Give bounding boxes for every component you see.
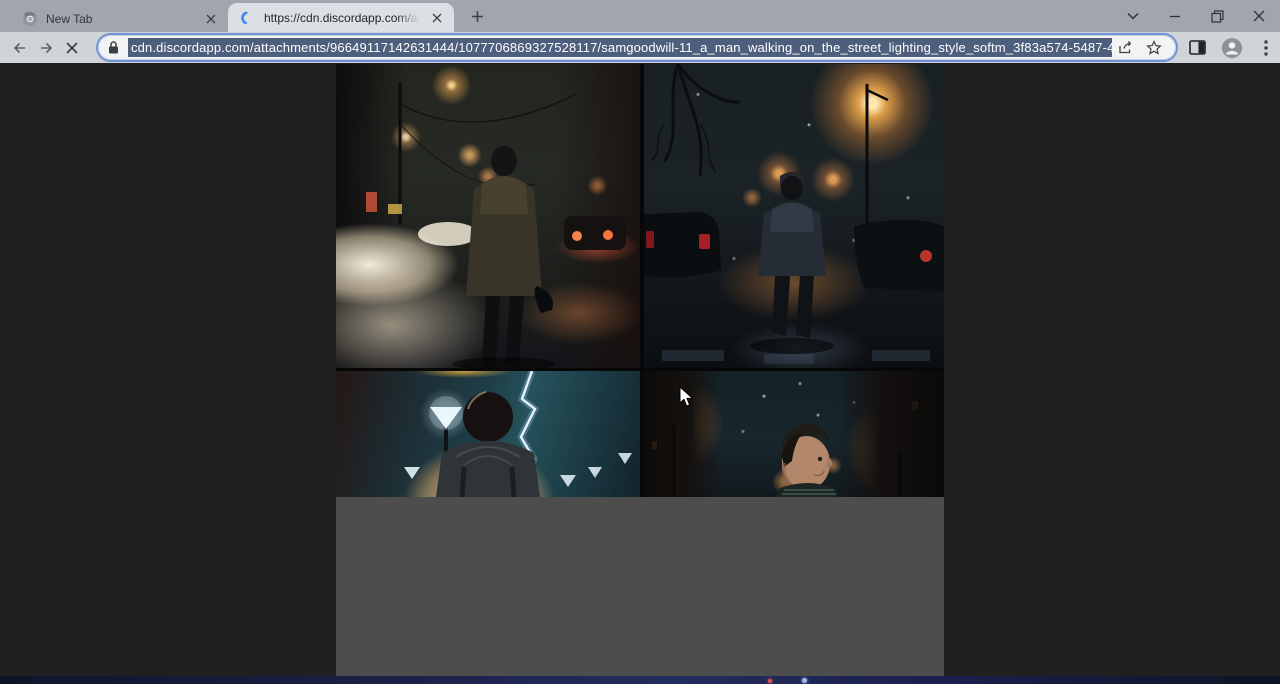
tab-close-icon[interactable]	[202, 10, 220, 28]
tab-title: https://cdn.discordapp.com/atta	[264, 11, 420, 25]
back-button[interactable]	[8, 34, 31, 62]
share-button[interactable]	[1112, 37, 1140, 59]
profile-avatar[interactable]	[1218, 34, 1246, 62]
forward-arrow-icon	[38, 40, 54, 56]
share-icon	[1118, 40, 1134, 55]
new-tab-button[interactable]	[464, 3, 490, 29]
address-bar[interactable]: cdn.discordapp.com/attachments/966491171…	[98, 35, 1176, 60]
toolbar: cdn.discordapp.com/attachments/966491171…	[0, 32, 1280, 63]
taskbar	[0, 676, 1280, 684]
tab-strip: New Tab https://cdn.discordapp.com/atta	[0, 0, 1280, 32]
side-panel-icon	[1189, 40, 1206, 55]
page-content	[0, 63, 1280, 676]
window-controls	[1112, 0, 1280, 32]
plus-icon	[471, 10, 484, 23]
minimize-button[interactable]	[1154, 0, 1196, 32]
back-arrow-icon	[12, 40, 28, 56]
image-quadrant-rainy-street	[336, 64, 640, 368]
taskbar-app-icon-dot	[802, 678, 807, 683]
forward-button[interactable]	[34, 34, 57, 62]
loading-spinner-icon	[240, 10, 256, 26]
lock-icon[interactable]	[108, 41, 128, 54]
browser-window: New Tab https://cdn.discordapp.com/atta	[0, 0, 1280, 684]
tab-close-icon[interactable]	[428, 9, 446, 27]
side-panel-button[interactable]	[1184, 34, 1212, 62]
close-window-button[interactable]	[1238, 0, 1280, 32]
url-selected-text: cdn.discordapp.com/attachments/966491171…	[128, 38, 1112, 57]
image-quadrant-snowy-street	[644, 64, 944, 368]
tab-new-tab[interactable]: New Tab	[10, 5, 228, 32]
tab-search-chevron-icon[interactable]	[1112, 0, 1154, 32]
taskbar-notification-dot	[768, 679, 772, 683]
toolbar-right-icons	[1184, 34, 1280, 62]
unloaded-image-region	[336, 497, 944, 676]
restore-button[interactable]	[1196, 0, 1238, 32]
tab-discord-cdn[interactable]: https://cdn.discordapp.com/atta	[228, 3, 454, 32]
url-field[interactable]: cdn.discordapp.com/attachments/966491171…	[128, 38, 1112, 57]
mouse-cursor	[679, 386, 695, 408]
bookmark-button[interactable]	[1140, 37, 1168, 59]
stop-loading-button[interactable]	[61, 34, 84, 62]
three-dot-menu-icon	[1264, 40, 1268, 56]
avatar-icon	[1221, 37, 1243, 59]
star-icon	[1146, 40, 1162, 56]
image-grid	[336, 64, 944, 676]
browser-menu-button[interactable]	[1252, 34, 1280, 62]
image-quadrant-lightning	[336, 371, 640, 497]
chrome-logo-icon	[22, 11, 38, 27]
stop-x-icon	[65, 41, 79, 55]
tab-title: New Tab	[46, 12, 194, 26]
